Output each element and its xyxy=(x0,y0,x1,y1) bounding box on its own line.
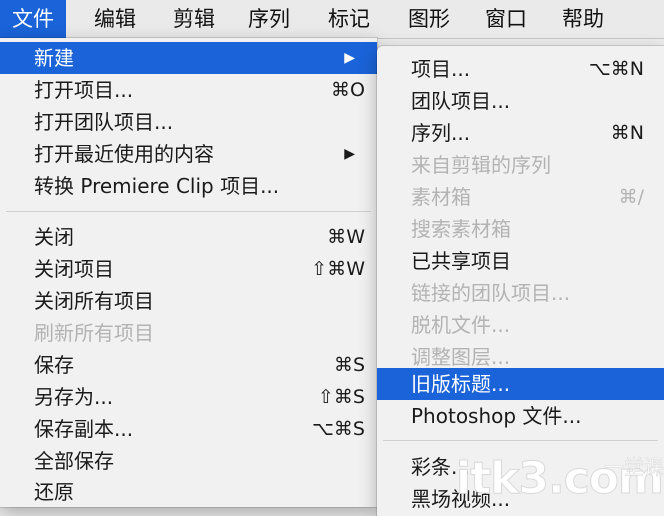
menu-item-save-copy[interactable]: 保存副本... ⌥⌘S xyxy=(0,413,377,445)
menu-item-label: 项目... xyxy=(411,57,471,81)
menu-item-open-project[interactable]: 打开项目... ⌘O xyxy=(0,74,377,106)
menu-item-label: 搜索素材箱 xyxy=(411,217,511,241)
menu-item-label: 素材箱 xyxy=(411,185,471,209)
menu-separator xyxy=(383,440,658,441)
submenu-item-sequence-from-clip: 来自剪辑的序列 xyxy=(377,149,664,181)
menu-item-close-project[interactable]: 关闭项目 ⇧⌘W xyxy=(0,253,377,285)
menu-item-shortcut: ⌘S xyxy=(333,354,365,376)
menubar-item-graphics[interactable]: 图形 xyxy=(396,0,462,38)
menu-item-label: 序列... xyxy=(411,121,471,145)
submenu-arrow-icon: ▶ xyxy=(344,146,355,162)
menu-item-shortcut: ⌥⌘S xyxy=(312,418,365,440)
menu-item-shortcut: ⌘O xyxy=(331,79,365,101)
menu-item-save-all[interactable]: 全部保存 xyxy=(0,445,377,477)
menu-bar: 文件 编辑 剪辑 序列 标记 图形 窗口 帮助 xyxy=(0,0,664,39)
menu-item-label: 关闭所有项目 xyxy=(34,289,154,313)
submenu-item-photoshop-file[interactable]: Photoshop 文件... xyxy=(377,400,664,432)
menu-item-shortcut: ⌘W xyxy=(327,226,365,248)
file-menu: 新建 ▶ 打开项目... ⌘O 打开团队项目... 打开最近使用的内容 ▶ 转换… xyxy=(0,38,377,507)
menubar-item-help[interactable]: 帮助 xyxy=(550,0,616,38)
menubar-item-sequence[interactable]: 序列 xyxy=(236,0,302,38)
menu-item-label: Photoshop 文件... xyxy=(411,404,582,428)
menu-item-label: 链接的团队项目... xyxy=(411,281,571,305)
new-submenu: 项目... ⌥⌘N 团队项目... 序列... ⌘N 来自剪辑的序列 素材箱 ⌘… xyxy=(377,46,664,516)
submenu-item-project[interactable]: 项目... ⌥⌘N xyxy=(377,53,664,85)
menu-item-shortcut: ⇧⌘W xyxy=(311,258,365,280)
menu-item-revert[interactable]: 还原 xyxy=(0,476,377,507)
menu-separator xyxy=(6,211,371,212)
menu-item-shortcut: ⌘/ xyxy=(618,186,644,208)
menu-item-close[interactable]: 关闭 ⌘W xyxy=(0,221,377,253)
watermark-logo: itk3.com 一堂课 xyxy=(456,452,664,507)
menu-item-close-all-projects[interactable]: 关闭所有项目 xyxy=(0,285,377,317)
menu-item-shortcut: ⌥⌘N xyxy=(588,58,644,80)
menu-item-label: 来自剪辑的序列 xyxy=(411,153,551,177)
menubar-item-markers[interactable]: 标记 xyxy=(316,0,382,38)
submenu-item-search-bin: 搜索素材箱 xyxy=(377,213,664,245)
menu-item-label: 转换 Premiere Clip 项目... xyxy=(34,174,280,198)
menubar-item-clip[interactable]: 剪辑 xyxy=(161,0,227,38)
submenu-item-legacy-title[interactable]: 旧版标题... xyxy=(377,368,664,400)
menu-item-label: 新建 xyxy=(34,46,74,70)
menu-item-convert-premiere-clip[interactable]: 转换 Premiere Clip 项目... xyxy=(0,170,377,202)
submenu-item-offline-file: 脱机文件... xyxy=(377,309,664,341)
menu-item-shortcut: ⌘N xyxy=(610,122,644,144)
submenu-arrow-icon: ▶ xyxy=(344,50,355,66)
submenu-item-linked-team-project: 链接的团队项目... xyxy=(377,277,664,309)
menu-item-label: 另存为... xyxy=(34,385,114,409)
menu-item-save[interactable]: 保存 ⌘S xyxy=(0,349,377,381)
menu-item-label: 旧版标题... xyxy=(411,372,511,396)
menubar-item-window[interactable]: 窗口 xyxy=(473,0,539,38)
menubar-item-file[interactable]: 文件 xyxy=(0,0,66,38)
menu-item-label: 已共享项目 xyxy=(411,249,511,273)
menu-item-label: 刷新所有项目 xyxy=(34,321,154,345)
menu-item-open-recent[interactable]: 打开最近使用的内容 ▶ xyxy=(0,138,377,170)
menu-item-label: 保存 xyxy=(34,353,74,377)
menu-item-label: 还原 xyxy=(34,480,74,504)
submenu-item-team-project[interactable]: 团队项目... xyxy=(377,85,664,117)
menu-item-new[interactable]: 新建 ▶ xyxy=(0,42,377,74)
menu-item-label: 打开团队项目... xyxy=(34,110,174,134)
submenu-item-sequence[interactable]: 序列... ⌘N xyxy=(377,117,664,149)
watermark-tag: 一堂课 xyxy=(604,455,664,479)
menu-item-shortcut: ⇧⌘S xyxy=(318,386,365,408)
menu-item-label: 关闭项目 xyxy=(34,257,114,281)
menu-item-label: 关闭 xyxy=(34,225,74,249)
menu-item-label: 打开最近使用的内容 xyxy=(34,142,214,166)
menu-item-label: 团队项目... xyxy=(411,89,511,113)
menu-item-label: 打开项目... xyxy=(34,78,134,102)
menu-item-open-team-project[interactable]: 打开团队项目... xyxy=(0,106,377,138)
submenu-item-shared-project[interactable]: 已共享项目 xyxy=(377,245,664,277)
menu-item-label: 全部保存 xyxy=(34,449,114,473)
menu-item-label: 保存副本... xyxy=(34,417,134,441)
menu-item-save-as[interactable]: 另存为... ⇧⌘S xyxy=(0,381,377,413)
menubar-item-edit[interactable]: 编辑 xyxy=(82,0,148,38)
menu-item-label: 脱机文件... xyxy=(411,313,511,337)
menu-item-refresh-all-projects: 刷新所有项目 xyxy=(0,317,377,349)
submenu-item-bin: 素材箱 ⌘/ xyxy=(377,181,664,213)
